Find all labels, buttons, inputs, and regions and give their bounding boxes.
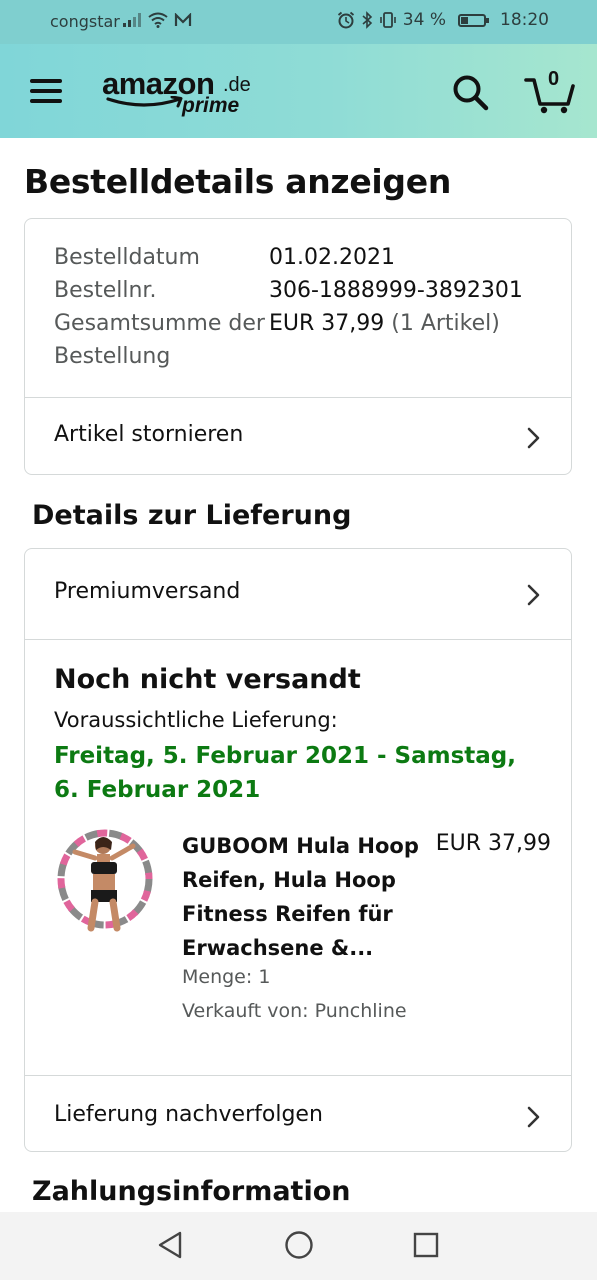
battery-icon	[458, 13, 489, 27]
order-item-count: (1 Artikel)	[391, 311, 500, 336]
carrier-name: congstar	[50, 12, 120, 31]
chevron-right-icon	[527, 584, 540, 606]
divider	[25, 639, 571, 640]
alarm-icon	[337, 11, 354, 29]
vibrate-icon	[379, 12, 396, 28]
order-date-value: 01.02.2021	[269, 245, 395, 270]
shipment-status: Noch nicht versandt	[54, 664, 361, 695]
shipping-method-label: Premiumversand	[54, 579, 241, 604]
product-title-link[interactable]: GUBOOM Hula Hoop Reifen, Hula Hoop Fitne…	[182, 829, 432, 965]
order-total-label: Gesamtsumme der Bestellung	[54, 311, 265, 369]
clock: 18:20	[500, 10, 549, 30]
logo-prime: prime	[182, 94, 240, 117]
app-header: amazon .de prime 0	[0, 44, 597, 138]
cancel-items-link[interactable]: Artikel stornieren	[25, 397, 571, 476]
system-nav-bar	[0, 1212, 597, 1280]
smile-arrow-icon	[106, 96, 183, 108]
chevron-right-icon	[527, 1106, 540, 1128]
bluetooth-icon	[362, 11, 372, 29]
product-seller: Verkauft von: Punchline	[182, 1000, 407, 1022]
order-total-value: EUR 37,99	[269, 311, 385, 336]
payment-section-title: Zahlungsinformation	[32, 1176, 351, 1207]
order-date-label: Bestelldatum	[54, 245, 200, 270]
delivery-card: Premiumversand Noch nicht versandt Vorau…	[24, 548, 572, 1152]
chevron-right-icon	[527, 427, 540, 449]
order-number-value: 306-1888999-3892301	[269, 278, 523, 303]
product-quantity: Menge: 1	[182, 966, 271, 988]
status-bar: congstar 34 % 18:20	[0, 0, 597, 44]
cart-button[interactable]: 0	[524, 68, 576, 114]
order-info: Bestelldatum 01.02.2021 Bestellnr. 306-1…	[54, 241, 523, 373]
delivery-estimate-date: Freitag, 5. Februar 2021 - Samstag, 6. F…	[54, 743, 516, 803]
recents-icon[interactable]	[412, 1230, 440, 1260]
cancel-items-label: Artikel stornieren	[54, 422, 244, 447]
cart-count: 0	[548, 68, 560, 90]
delivery-section-title: Details zur Lieferung	[32, 500, 352, 531]
amazon-prime-logo[interactable]: amazon .de prime	[102, 66, 252, 120]
product-price: EUR 37,99	[435, 831, 551, 856]
order-total-row: Gesamtsumme der Bestellung EUR 37,99 (1 …	[54, 307, 523, 373]
status-icons-right: 34 % 18:20	[337, 10, 549, 30]
product-image[interactable]	[55, 824, 157, 934]
track-package-label: Lieferung nachverfolgen	[54, 1102, 323, 1127]
mail-icon	[174, 13, 192, 26]
order-date-row: Bestelldatum 01.02.2021	[54, 241, 523, 274]
shipping-method-link[interactable]: Premiumversand	[25, 549, 571, 639]
home-icon[interactable]	[284, 1230, 314, 1260]
order-total-value-wrap: EUR 37,99 (1 Artikel)	[269, 307, 500, 373]
status-icons-left	[122, 12, 192, 28]
delivery-estimate-label: Voraussichtliche Lieferung:	[54, 708, 338, 732]
menu-icon[interactable]	[30, 79, 62, 103]
track-package-link[interactable]: Lieferung nachverfolgen	[25, 1075, 571, 1154]
order-number-label: Bestellnr.	[54, 278, 157, 303]
back-icon[interactable]	[156, 1230, 184, 1260]
battery-percent: 34 %	[402, 10, 446, 30]
order-summary-card: Bestelldatum 01.02.2021 Bestellnr. 306-1…	[24, 218, 572, 475]
search-icon[interactable]	[452, 74, 490, 112]
page-title: Bestelldetails anzeigen	[24, 162, 452, 201]
wifi-icon	[148, 12, 168, 28]
battery-level	[461, 16, 468, 24]
order-number-row: Bestellnr. 306-1888999-3892301	[54, 274, 523, 307]
signal-icon	[123, 13, 141, 27]
